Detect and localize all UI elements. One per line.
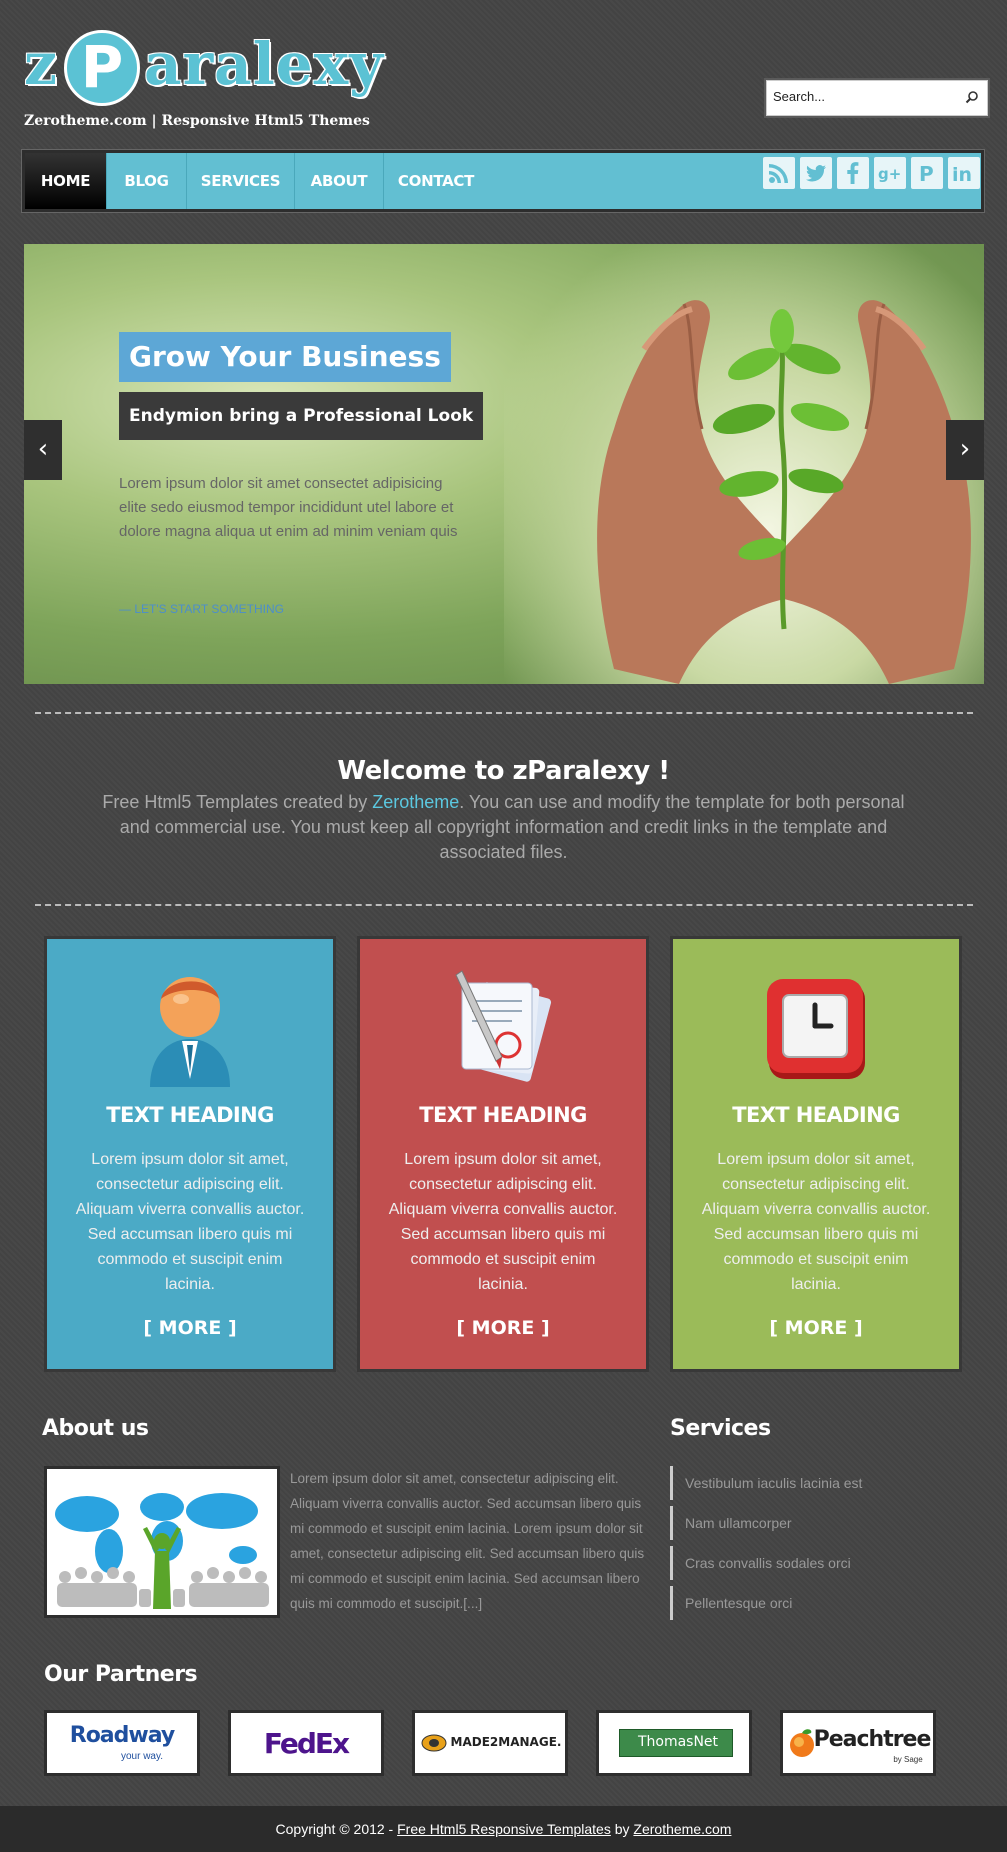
partner-name: ThomasNet (637, 1734, 719, 1750)
feature-text: Lorem ipsum dolor sit amet, consectetur … (701, 1151, 931, 1293)
footer-copyright: Copyright © 2012 - (275, 1821, 398, 1837)
partner-made2manage[interactable]: MADE2MANAGE. (412, 1710, 568, 1776)
service-item[interactable]: Vestibulum iaculis lacinia est (670, 1466, 960, 1500)
nav-item-blog[interactable]: BLOG (107, 153, 187, 209)
feature-text: Lorem ipsum dolor sit amet, consectetur … (388, 1151, 618, 1293)
partner-name: Peachtree (813, 1727, 932, 1752)
main-nav: HOME BLOG SERVICES ABOUT CONTACT g+ P in (22, 150, 984, 212)
feature-more-link[interactable]: [ MORE ] (360, 1317, 646, 1339)
logo-p-badge: P (64, 30, 140, 106)
partner-name: Roadway (69, 1723, 175, 1748)
service-item[interactable]: Pellentesque orci (670, 1586, 960, 1620)
about-text: Lorem ipsum dolor sit amet, consectetur … (290, 1471, 645, 1611)
partner-roadway[interactable]: Roadway your way. (44, 1710, 200, 1776)
svg-text:P: P (919, 162, 934, 186)
about-heading: About us (42, 1416, 149, 1441)
feature-box-1: TEXT HEADING Lorem ipsum dolor sit amet,… (44, 936, 336, 1372)
footer-templates-link[interactable]: Free Html5 Responsive Templates (397, 1821, 611, 1837)
service-item[interactable]: Nam ullamcorper (670, 1506, 960, 1540)
hands-plant-image (597, 300, 971, 684)
partner-thomasnet[interactable]: ThomasNet (596, 1710, 752, 1776)
slider-next-button[interactable]: › (946, 420, 984, 480)
search-box (766, 80, 988, 116)
pinterest-icon[interactable]: P (911, 157, 943, 189)
svg-text:in: in (952, 164, 972, 186)
clock-icon (767, 979, 865, 1079)
googleplus-icon[interactable]: g+ (874, 157, 906, 189)
logo-text: aralexy (144, 30, 384, 98)
feature-box-2: TEXT HEADING Lorem ipsum dolor sit amet,… (357, 936, 649, 1372)
welcome-text-before: Free Html5 Templates created by (102, 792, 373, 812)
footer-zerotheme-link[interactable]: Zerotheme.com (633, 1821, 731, 1837)
rss-icon[interactable] (763, 157, 795, 189)
feature-text: Lorem ipsum dolor sit amet, consectetur … (75, 1151, 305, 1293)
feature-heading: TEXT HEADING (106, 1103, 274, 1127)
svg-text:g+: g+ (878, 165, 901, 183)
welcome-title: Welcome to zParalexy ! (337, 756, 670, 786)
service-item[interactable]: Cras convallis sodales orci (670, 1546, 960, 1580)
divider-top (35, 712, 973, 714)
partner-peachtree[interactable]: Peachtree by Sage (780, 1710, 936, 1776)
facebook-icon[interactable] (837, 157, 869, 189)
footer-by: by (610, 1821, 634, 1837)
partners-heading: Our Partners (44, 1662, 198, 1687)
partner-fedex[interactable]: FedEx (228, 1710, 384, 1776)
linkedin-icon[interactable]: in (948, 157, 980, 189)
about-image (44, 1466, 280, 1618)
feature-box-3: TEXT HEADING Lorem ipsum dolor sit amet,… (670, 936, 962, 1372)
document-pen-icon (455, 970, 552, 1082)
feature-heading: TEXT HEADING (732, 1103, 900, 1127)
nav-item-about[interactable]: ABOUT (295, 153, 384, 209)
twitter-icon[interactable] (800, 157, 832, 189)
site-tagline: Zerotheme.com | Responsive Html5 Themes (24, 113, 370, 129)
slide-cta-link[interactable]: — LET'S START SOMETHING (119, 602, 284, 616)
site-logo[interactable]: z P aralexy (24, 30, 383, 106)
feature-heading: TEXT HEADING (419, 1103, 587, 1127)
slide-text: Lorem ipsum dolor sit amet consectet adi… (119, 475, 458, 540)
partner-sub: by Sage (893, 1755, 923, 1764)
logo-letter-z: z (24, 30, 58, 98)
hero-slider: Grow Your Business Endymion bring a Prof… (24, 244, 984, 684)
divider-bottom (35, 904, 973, 906)
partner-sub: your way. (120, 1751, 164, 1762)
partner-name: FedEx (263, 1727, 350, 1760)
slide-title: Grow Your Business (119, 332, 451, 382)
partner-name: MADE2MANAGE. (450, 1735, 562, 1749)
welcome-text: Free Html5 Templates created by Zerothem… (95, 790, 912, 865)
search-input[interactable] (773, 89, 953, 104)
nav-item-home[interactable]: HOME (25, 153, 107, 209)
nav-item-contact[interactable]: CONTACT (384, 153, 488, 209)
services-heading: Services (670, 1416, 771, 1441)
search-icon[interactable] (965, 90, 979, 104)
feature-more-link[interactable]: [ MORE ] (47, 1317, 333, 1339)
user-icon (150, 977, 230, 1087)
nav-item-services[interactable]: SERVICES (187, 153, 295, 209)
slide-subtitle: Endymion bring a Professional Look (119, 392, 484, 440)
feature-more-link[interactable]: [ MORE ] (673, 1317, 959, 1339)
slider-prev-button[interactable]: ‹ (24, 420, 62, 480)
zerotheme-link[interactable]: Zerotheme (372, 792, 459, 812)
footer: Copyright © 2012 - Free Html5 Responsive… (0, 1806, 1007, 1852)
